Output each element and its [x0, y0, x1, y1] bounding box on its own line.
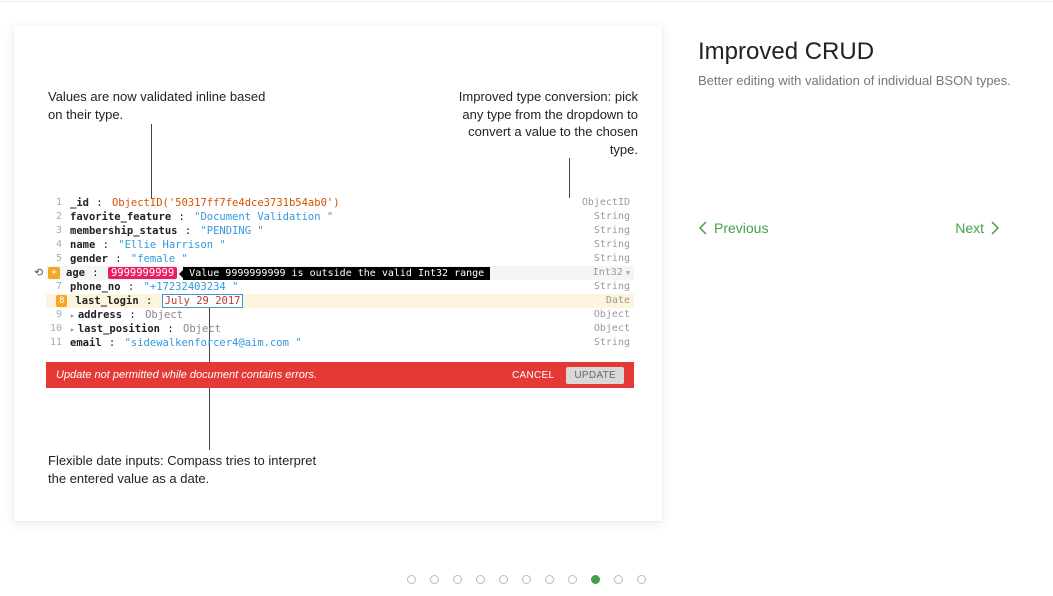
field-row[interactable]: ⟲+age : 9999999999Value 9999999999 is ou… [46, 266, 634, 280]
type-dropdown[interactable]: String [594, 210, 634, 224]
type-dropdown[interactable]: Date [606, 294, 634, 308]
field-value[interactable]: "Ellie Harrison " [118, 239, 225, 251]
field-key[interactable]: gender [70, 253, 108, 265]
field-key[interactable]: last_login [75, 295, 138, 307]
type-dropdown[interactable]: Object [594, 322, 634, 336]
next-label: Next [955, 220, 984, 236]
pager-dot[interactable] [637, 575, 646, 584]
pager-dot[interactable] [545, 575, 554, 584]
type-dropdown[interactable]: ObjectID [582, 196, 634, 210]
type-dropdown[interactable]: String [594, 238, 634, 252]
expand-icon[interactable]: ▸ [70, 311, 75, 320]
field-value[interactable]: "PENDING " [200, 225, 263, 237]
pager-dot[interactable] [591, 575, 600, 584]
field-value[interactable]: "+17232403234 " [144, 281, 239, 293]
field-key[interactable]: age [66, 267, 85, 279]
field-key[interactable]: phone_no [70, 281, 121, 293]
field-value[interactable]: "Document Validation " [194, 211, 333, 223]
feature-screenshot: Values are now validated inline based on… [14, 26, 662, 521]
previous-button[interactable]: Previous [698, 220, 768, 236]
pointer-line [569, 158, 570, 198]
feature-subtitle: Better editing with validation of indivi… [698, 72, 1012, 90]
type-dropdown[interactable]: String [594, 336, 634, 350]
field-value[interactable]: "female " [131, 253, 188, 265]
field-key[interactable]: last_position [78, 323, 160, 335]
type-dropdown[interactable]: String [594, 252, 634, 266]
chevron-right-icon [990, 221, 1000, 235]
line-number: 3 [46, 224, 70, 238]
field-row[interactable]: 4name : "Ellie Harrison "String [46, 238, 634, 252]
cancel-button[interactable]: CANCEL [512, 370, 554, 381]
pager-dot[interactable] [407, 575, 416, 584]
field-row[interactable]: 11email : "sidewalkenforcer4@aim.com "St… [46, 336, 634, 350]
pager-dot[interactable] [499, 575, 508, 584]
field-row[interactable]: 8last_login : July 29 2017Date [46, 294, 634, 308]
type-dropdown[interactable]: String [594, 224, 634, 238]
line-number: 11 [46, 336, 70, 350]
add-field-icon[interactable]: + [48, 267, 60, 279]
type-dropdown[interactable]: String [594, 280, 634, 294]
field-value[interactable]: Object [183, 323, 221, 335]
field-row[interactable]: 3membership_status : "PENDING "String [46, 224, 634, 238]
field-value[interactable]: July 29 2017 [162, 294, 244, 308]
validation-tooltip: Value 9999999999 is outside the valid In… [183, 267, 490, 280]
field-key[interactable]: membership_status [70, 225, 177, 237]
annotation-type-conversion: Improved type conversion: pick any type … [438, 88, 638, 158]
line-number: 7 [46, 280, 70, 294]
field-row[interactable]: 7phone_no : "+17232403234 "String [46, 280, 634, 294]
line-number: 10 [46, 322, 70, 336]
feature-title: Improved CRUD [698, 38, 1012, 66]
line-number: 5 [46, 252, 70, 266]
field-row[interactable]: 5gender : "female "String [46, 252, 634, 266]
field-row[interactable]: 2favorite_feature : "Document Validation… [46, 210, 634, 224]
pager-dot[interactable] [522, 575, 531, 584]
field-row[interactable]: 1_id : ObjectID('50317ff7fe4dce3731b54ab… [46, 196, 634, 210]
field-value[interactable]: Object [145, 309, 183, 321]
pager-dot[interactable] [614, 575, 623, 584]
line-number: 9 [46, 308, 70, 322]
chevron-down-icon: ▼ [626, 266, 630, 280]
field-key[interactable]: name [70, 239, 95, 251]
line-number: 4 [46, 238, 70, 252]
document-editor: 1_id : ObjectID('50317ff7fe4dce3731b54ab… [46, 196, 634, 350]
field-row[interactable]: 9▸address : ObjectObject [46, 308, 634, 322]
field-value[interactable]: "sidewalkenforcer4@aim.com " [125, 337, 302, 349]
line-number: 2 [46, 210, 70, 224]
pager-dot[interactable] [476, 575, 485, 584]
pager-dot[interactable] [568, 575, 577, 584]
pager-dots [0, 575, 1053, 584]
update-button[interactable]: UPDATE [566, 367, 624, 384]
field-row[interactable]: 10▸last_position : ObjectObject [46, 322, 634, 336]
expand-icon[interactable]: ▸ [70, 325, 75, 334]
line-number: 8 [56, 295, 67, 307]
annotation-inline-validation: Values are now validated inline based on… [48, 88, 278, 123]
pager-dot[interactable] [430, 575, 439, 584]
pointer-line [151, 124, 152, 199]
annotation-flexible-dates: Flexible date inputs: Compass tries to i… [48, 452, 328, 487]
type-dropdown[interactable]: Int32▼ [593, 266, 634, 280]
field-key[interactable]: _id [70, 197, 89, 209]
line-number: 1 [46, 196, 70, 210]
previous-label: Previous [714, 220, 768, 236]
field-key[interactable]: email [70, 337, 102, 349]
error-bar: Update not permitted while document cont… [46, 362, 634, 388]
chevron-left-icon [698, 221, 708, 235]
field-value[interactable]: 9999999999 [108, 267, 177, 279]
field-key[interactable]: favorite_feature [70, 211, 171, 223]
type-dropdown[interactable]: Object [594, 308, 634, 322]
field-value[interactable]: ObjectID('50317ff7fe4dce3731b54ab0') [112, 197, 340, 209]
undo-icon[interactable]: ⟲ [34, 266, 43, 280]
field-key[interactable]: address [78, 309, 122, 321]
pager-dot[interactable] [453, 575, 462, 584]
next-button[interactable]: Next [955, 220, 1000, 236]
error-message: Update not permitted while document cont… [56, 369, 512, 381]
